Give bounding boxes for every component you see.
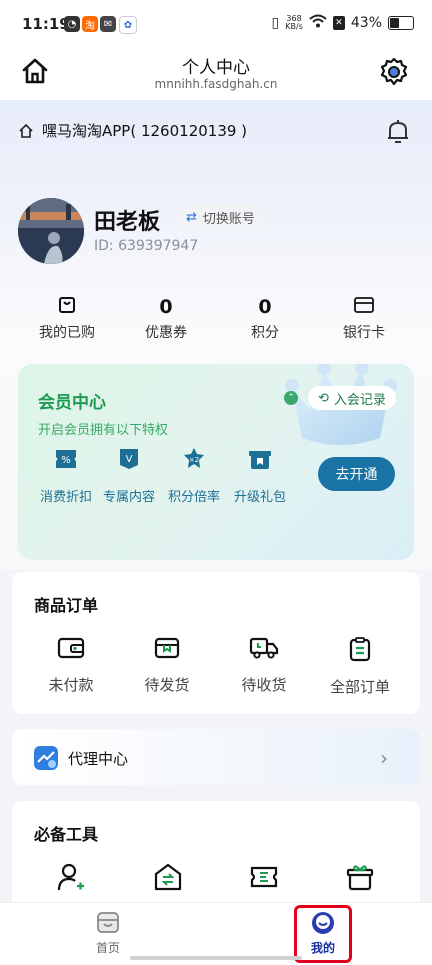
history-icon: ⟲ (318, 390, 329, 406)
tool-exchange[interactable] (153, 862, 183, 896)
stat-purchased[interactable]: 我的已购 (13, 296, 121, 342)
home-indicator (130, 956, 302, 960)
app-info[interactable]: 嘿马淘淘APP( 1260120139 ) (18, 120, 247, 141)
vibrate-icon: ▯ (271, 15, 280, 31)
vip-title: 会员中心 (38, 393, 106, 413)
order-label: 未付款 (48, 676, 94, 694)
home-icon (19, 123, 33, 138)
bell-icon (388, 120, 408, 143)
stat-points[interactable]: 0 积分 (211, 296, 319, 342)
switch-account-label: 切换账号 (202, 211, 255, 227)
order-to-ship[interactable]: 待发货 (119, 636, 215, 695)
stat-bank-card[interactable]: 银行卡 (310, 296, 418, 342)
switch-account-button[interactable]: ⇄ 切换账号 (176, 204, 265, 230)
perk-exclusive[interactable]: V 专属内容 (98, 448, 160, 505)
package-icon (154, 637, 180, 659)
stat-value: 0 (159, 296, 173, 318)
points-multiplier-icon: ×2 (184, 448, 204, 468)
nav-home[interactable]: 首页 (68, 910, 148, 956)
agent-center-label: 代理中心 (68, 750, 129, 768)
add-user-icon (57, 863, 84, 891)
notification-icon: 淘 (82, 16, 98, 32)
activate-membership-button[interactable]: 去开通 (318, 457, 395, 491)
stat-label: 我的已购 (39, 325, 95, 341)
nav-home-label: 首页 (95, 941, 120, 955)
notification-icon: ✿ (119, 16, 137, 34)
user-id: ID: 639397947 (94, 238, 199, 254)
exclusive-icon: V (120, 449, 138, 469)
tool-gift[interactable] (345, 862, 375, 896)
network-speed: 368 KB/s (285, 14, 303, 31)
crown-icon (285, 364, 397, 445)
order-to-receive[interactable]: 待收货 (216, 636, 312, 695)
mail-icon: ✉ (100, 16, 116, 32)
truck-icon (249, 637, 279, 659)
order-label: 待发货 (144, 676, 190, 694)
stat-label: 优惠券 (145, 325, 187, 341)
notification-bell-button[interactable] (385, 118, 411, 146)
sim-icon: ✕ (332, 16, 345, 30)
clipboard-icon (349, 637, 371, 662)
purchase-icon (59, 297, 75, 313)
swap-icon: ⇄ (186, 209, 197, 225)
battery-icon (388, 16, 414, 30)
status-time: 11:19 (22, 15, 70, 33)
stat-label: 银行卡 (343, 325, 385, 341)
agent-icon (34, 746, 58, 770)
membership-record-button[interactable]: ⟲ 入会记录 (308, 386, 396, 410)
order-all[interactable]: 全部订单 (312, 636, 408, 697)
status-indicators: ▯ 368 KB/s ✕ 43% (272, 14, 414, 32)
order-label: 全部订单 (329, 678, 390, 696)
svg-text:×2: ×2 (189, 456, 199, 464)
chevron-up-icon[interactable]: ⌃ (284, 391, 298, 405)
tools-title: 必备工具 (34, 825, 99, 844)
exchange-icon (154, 863, 182, 891)
home-tab-icon (97, 912, 119, 933)
stat-label: 积分 (251, 325, 279, 341)
user-name: 田老板 (94, 210, 161, 235)
selection-highlight (294, 905, 352, 963)
gear-icon (380, 57, 408, 86)
avatar[interactable] (18, 198, 84, 264)
chevron-right-icon: › (380, 746, 388, 770)
perk-points-multiplier[interactable]: ×2 积分倍率 (163, 448, 225, 505)
gift-icon (346, 865, 374, 891)
orders-title: 商品订单 (34, 596, 99, 615)
settings-button[interactable] (378, 56, 410, 88)
record-label: 入会记录 (333, 392, 386, 408)
battery-percent: 43% (350, 15, 382, 31)
stat-value: 0 (258, 296, 272, 318)
order-unpaid[interactable]: 未付款 (23, 636, 119, 695)
ticket-icon (250, 866, 278, 888)
bank-card-icon (354, 297, 374, 313)
discount-icon: % (56, 450, 76, 468)
perk-label: 升级礼包 (233, 490, 286, 505)
page-subtitle: mnnihh.fasdghah.cn (154, 77, 278, 91)
stat-coupons[interactable]: 0 优惠券 (112, 296, 220, 342)
notification-icon: ◔ (64, 16, 80, 32)
perk-gift-pack[interactable]: 升级礼包 (229, 448, 291, 505)
tool-add-user[interactable] (57, 862, 85, 896)
page-title: 个人中心 (182, 58, 250, 78)
vip-subtitle: 开启会员拥有以下特权 (38, 423, 169, 438)
wifi-icon (309, 14, 327, 32)
tool-ticket[interactable] (249, 862, 279, 896)
svg-text:%: % (61, 455, 71, 466)
wallet-icon (57, 637, 85, 659)
svg-text:V: V (126, 454, 133, 465)
order-label: 待收货 (241, 676, 287, 694)
gift-pack-icon (249, 451, 271, 469)
app-name: 嘿马淘淘APP( 1260120139 ) (42, 122, 248, 140)
